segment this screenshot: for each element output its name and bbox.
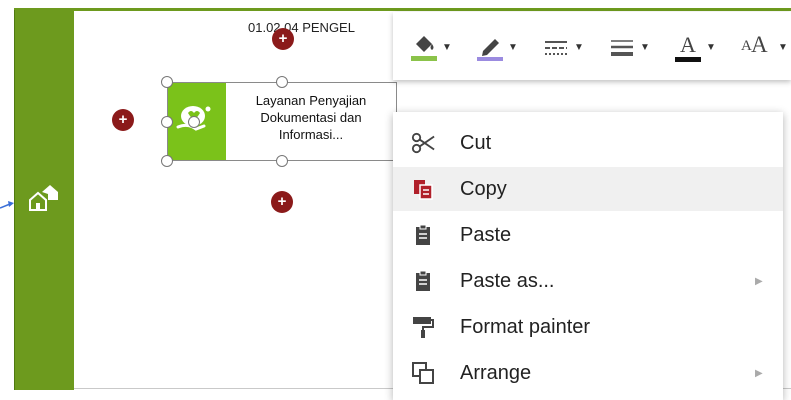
menu-item-paste-as[interactable]: Paste as... ▶	[393, 259, 783, 303]
menu-item-label: Paste as...	[460, 269, 555, 292]
resize-handle-top[interactable]	[276, 76, 288, 88]
menu-item-copy[interactable]: Copy	[393, 167, 783, 211]
font-color-glyph: A	[680, 32, 696, 57]
context-menu: Cut Copy Paste Paste as... ▶ Format pain…	[393, 112, 783, 400]
menu-item-cut[interactable]: Cut	[393, 121, 783, 165]
font-size-large-glyph: A	[751, 32, 768, 57]
line-style-button[interactable]: ▼	[541, 32, 584, 62]
add-element-top-marker[interactable]: +	[272, 28, 294, 50]
menu-item-label: Cut	[460, 131, 492, 154]
clipboard-icon	[411, 269, 435, 293]
line-weight-icon	[611, 40, 633, 56]
add-element-bottom-marker[interactable]: +	[271, 191, 293, 213]
menu-item-format-painter[interactable]: Format painter	[393, 305, 783, 349]
format-toolbar: ▼ ▼ ▼ ▼ A ▼ A A ▼	[393, 12, 791, 80]
resize-handle-top-left[interactable]	[161, 76, 173, 88]
font-size-button[interactable]: A A ▼	[739, 32, 788, 62]
scissors-icon	[411, 131, 435, 155]
dash-lines-icon	[545, 41, 567, 55]
pool-top-border	[14, 8, 791, 11]
menu-item-paste[interactable]: Paste	[393, 213, 783, 257]
pen-icon	[477, 39, 503, 61]
fill-color-button[interactable]: ▼	[409, 32, 452, 62]
clipboard-icon	[411, 223, 435, 247]
line-color-button[interactable]: ▼	[475, 32, 518, 62]
font-size-icon: A A	[739, 32, 775, 62]
line-weight-button[interactable]: ▼	[607, 32, 650, 62]
menu-item-label: Format painter	[460, 315, 591, 338]
submenu-arrow-icon: ▶	[755, 275, 763, 287]
lane-title: 01.02.04 PENGEL	[248, 20, 355, 35]
submenu-arrow-icon: ▶	[755, 367, 763, 379]
menu-item-label: Paste	[460, 223, 512, 246]
font-color-button[interactable]: A ▼	[673, 32, 716, 62]
paint-roller-icon	[411, 315, 435, 339]
menu-item-arrange[interactable]: Arrange ▶	[393, 351, 783, 395]
house-icon	[29, 185, 58, 211]
add-element-left-marker[interactable]: +	[112, 109, 134, 131]
resize-handle-left[interactable]	[161, 116, 173, 128]
menu-item-label: Copy	[460, 177, 507, 200]
resize-handle-bottom[interactable]	[276, 155, 288, 167]
menu-item-label: Arrange	[460, 361, 532, 384]
copy-icon	[411, 177, 435, 201]
font-color-swatch	[675, 57, 701, 62]
connection-handle[interactable]	[188, 116, 200, 128]
connector-arrow-icon	[0, 201, 14, 209]
font-color-icon: A	[673, 32, 703, 62]
paint-bucket-icon	[411, 36, 437, 61]
resize-handle-bottom-left[interactable]	[161, 155, 173, 167]
arrange-icon	[411, 361, 435, 385]
task-label: Layanan Penyajian Dokumentasi dan Inform…	[255, 93, 367, 142]
